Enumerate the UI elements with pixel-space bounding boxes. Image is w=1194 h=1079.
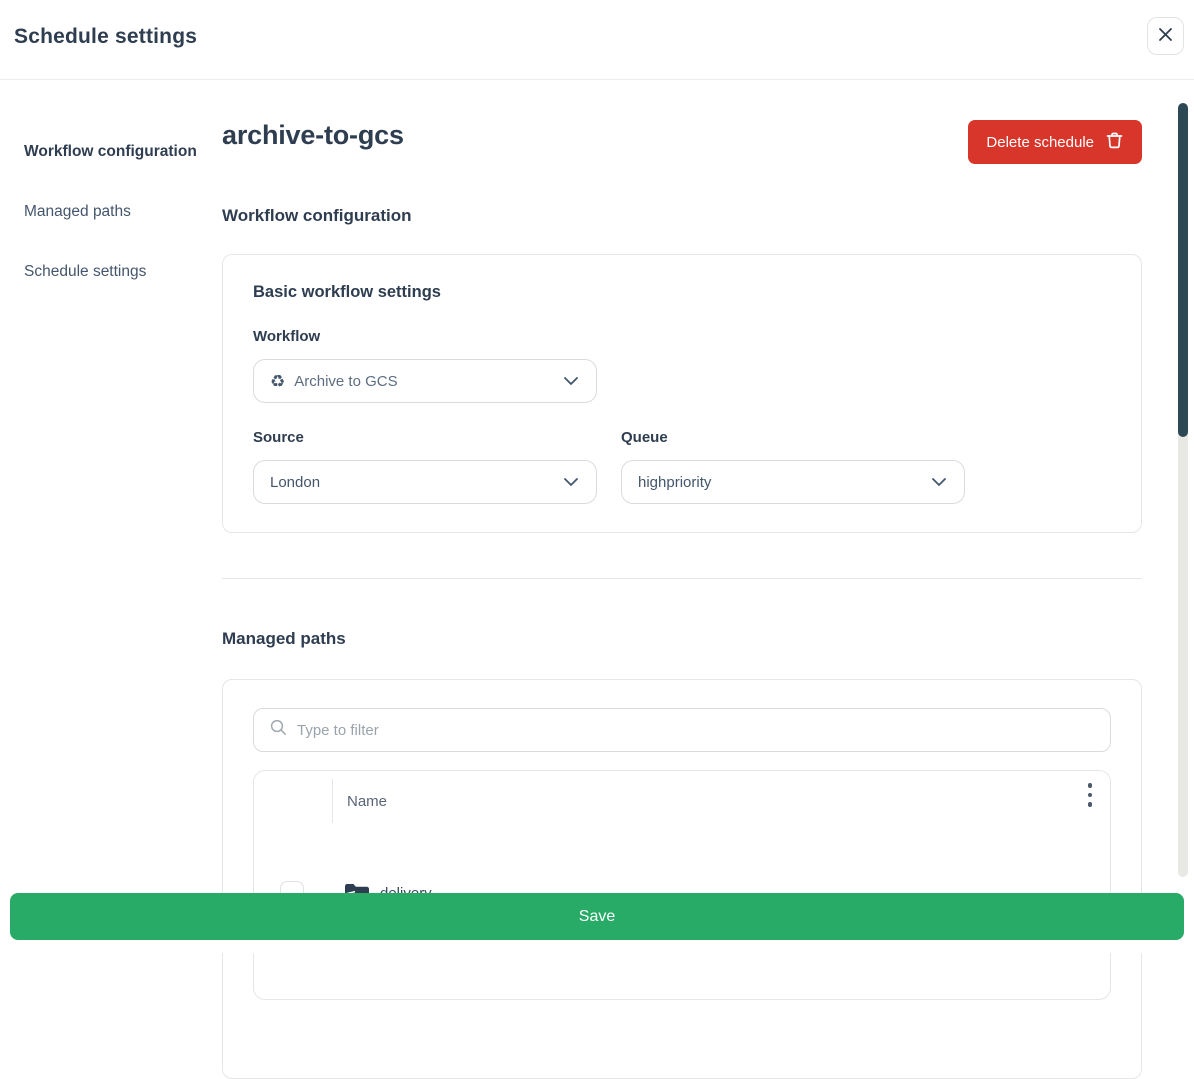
source-field: Source London — [253, 429, 597, 504]
trash-icon — [1105, 131, 1124, 154]
managed-paths-card: Name delivery — [222, 679, 1142, 1079]
filter-input[interactable] — [297, 722, 1094, 739]
workflow-select[interactable]: ♻ Archive to GCS — [253, 359, 597, 403]
managed-paths-heading: Managed paths — [222, 629, 1142, 649]
save-button[interactable]: Save — [10, 893, 1184, 940]
delete-schedule-button[interactable]: Delete schedule — [968, 120, 1142, 164]
bottom-mask — [0, 940, 1194, 953]
workflow-field-label: Workflow — [253, 328, 1111, 345]
source-field-label: Source — [253, 429, 597, 446]
sidebar-item-managed-paths[interactable]: Managed paths — [24, 200, 202, 223]
title-row: archive-to-gcs Delete schedule — [222, 120, 1142, 164]
workflow-select-value: Archive to GCS — [294, 373, 397, 390]
scrollbar-thumb[interactable] — [1178, 103, 1188, 437]
queue-field: Queue highpriority — [621, 429, 965, 504]
source-queue-row: Source London Queue highpriority — [253, 429, 1111, 504]
checkbox-column-spacer — [254, 771, 332, 829]
modal-body: Workflow configuration Managed paths Sch… — [0, 80, 1194, 953]
paths-table-header: Name — [254, 771, 1110, 829]
sidebar-item-schedule-settings[interactable]: Schedule settings — [24, 260, 202, 283]
table-options-kebab-icon[interactable] — [1086, 781, 1095, 809]
modal-title: Schedule settings — [14, 25, 197, 49]
scrollbar-track[interactable] — [1178, 103, 1188, 877]
chevron-down-icon — [932, 478, 946, 486]
modal-header: Schedule settings — [0, 0, 1194, 80]
chevron-down-icon — [564, 377, 578, 385]
source-select-value: London — [270, 474, 320, 491]
filter-field — [253, 708, 1111, 752]
section-divider — [222, 578, 1142, 579]
queue-field-label: Queue — [621, 429, 965, 446]
delete-schedule-label: Delete schedule — [986, 134, 1094, 151]
basic-workflow-settings-card: Basic workflow settings Workflow ♻ Archi… — [222, 254, 1142, 533]
basic-workflow-settings-title: Basic workflow settings — [253, 283, 1111, 302]
recycle-icon: ♻ — [270, 373, 285, 390]
page-title: archive-to-gcs — [222, 120, 404, 151]
chevron-down-icon — [564, 478, 578, 486]
source-select[interactable]: London — [253, 460, 597, 504]
main-panel: archive-to-gcs Delete schedule Workflow … — [222, 80, 1194, 953]
sidebar-item-workflow-configuration[interactable]: Workflow configuration — [24, 140, 202, 163]
close-icon — [1158, 27, 1173, 45]
paths-table: Name delivery — [253, 770, 1111, 1000]
name-column-header: Name — [332, 779, 387, 823]
close-button[interactable] — [1147, 17, 1184, 55]
settings-sidebar: Workflow configuration Managed paths Sch… — [0, 80, 222, 953]
queue-select[interactable]: highpriority — [621, 460, 965, 504]
queue-select-value: highpriority — [638, 474, 711, 491]
search-icon — [270, 719, 287, 741]
workflow-configuration-heading: Workflow configuration — [222, 206, 1142, 226]
